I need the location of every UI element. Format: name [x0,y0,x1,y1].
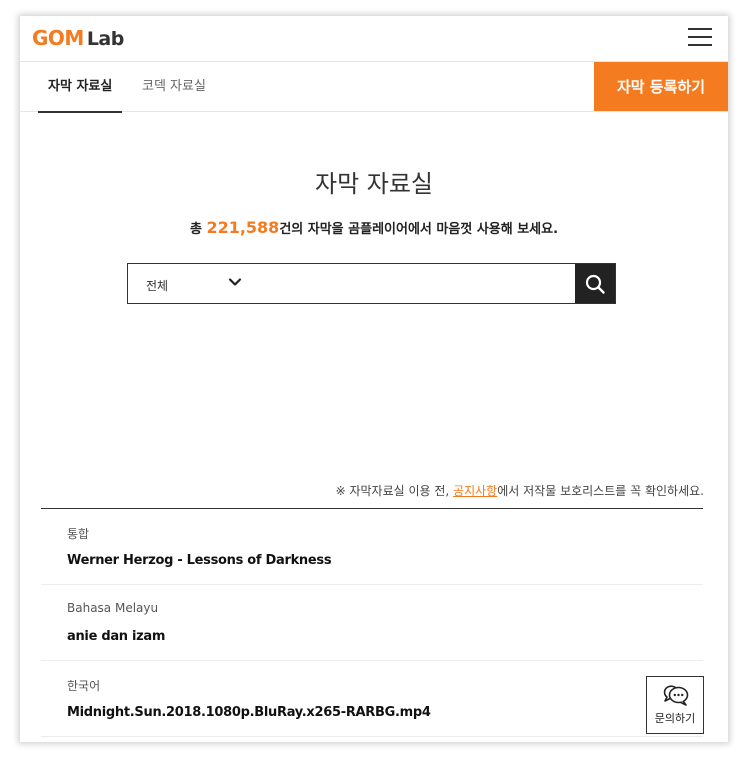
page-title: 자막 자료실 [314,170,434,198]
notice-suffix: 에서 저작물 보호리스트를 꼭 확인하세요. [497,484,704,498]
copyright-notice: ※ 자막자료실 이용 전, 공지사항에서 저작물 보호리스트를 꼭 확인하세요. [336,482,704,499]
subtitle-language: 한국어 [67,679,101,693]
chat-bubble-icon [663,685,689,706]
page-frame: GOM Lab 자막 자료실 코덱 자료실 자막 등록하기 자막 자료실 총 2… [20,16,728,742]
subtitle-prefix: 총 [189,222,207,237]
hamburger-menu-icon[interactable] [688,28,712,47]
subtitle-list: 통합 Werner Herzog - Lessons of Darkness B… [41,509,703,737]
subtitle-count: 221,588 [206,218,280,237]
category-selected-value: 전체 [146,279,169,293]
search-button[interactable] [575,264,615,303]
subtitle-title: anie dan izam [67,629,166,644]
search-icon [585,274,605,294]
notice-link[interactable]: 공지사항 [453,484,497,498]
list-item[interactable]: 통합 Werner Herzog - Lessons of Darkness [41,509,703,585]
subtitle-count-text: 총 221,588건의 자막을 곰플레이어에서 마음껏 사용해 보세요. [20,218,728,237]
logo-lab-text: Lab [86,28,125,50]
chevron-down-icon [228,278,242,286]
site-header: GOM Lab [20,16,728,62]
register-subtitle-button[interactable]: 자막 등록하기 [594,62,728,111]
list-item[interactable]: Bahasa Melayu anie dan izam [41,585,703,661]
tab-bar: 자막 자료실 코덱 자료실 자막 등록하기 [20,62,728,113]
menu-bar [688,28,712,30]
subtitle-suffix: 건의 자막을 곰플레이어에서 마음껏 사용해 보세요. [279,222,559,237]
list-item[interactable]: 한국어 Midnight.Sun.2018.1080p.BluRay.x265-… [41,661,703,737]
subtitle-title: Werner Herzog - Lessons of Darkness [67,553,332,568]
search-bar: 전체 [127,263,616,304]
inquiry-label: 문의하기 [654,712,696,725]
menu-bar [688,44,712,46]
subtitle-language: 통합 [67,527,90,541]
category-select[interactable]: 전체 [128,264,248,303]
logo-gom-text: GOM [32,26,84,50]
menu-bar [688,36,712,38]
subtitle-language: Bahasa Melayu [67,601,159,615]
notice-prefix: ※ 자막자료실 이용 전, [335,484,454,498]
tab-subtitle-library[interactable]: 자막 자료실 [37,62,123,113]
search-input[interactable] [254,264,572,303]
tab-codec-library[interactable]: 코덱 자료실 [142,62,206,112]
inquiry-button[interactable]: 문의하기 [646,676,704,734]
gomlab-logo[interactable]: GOM Lab [32,26,124,50]
subtitle-title: Midnight.Sun.2018.1080p.BluRay.x265-RARB… [67,705,431,720]
